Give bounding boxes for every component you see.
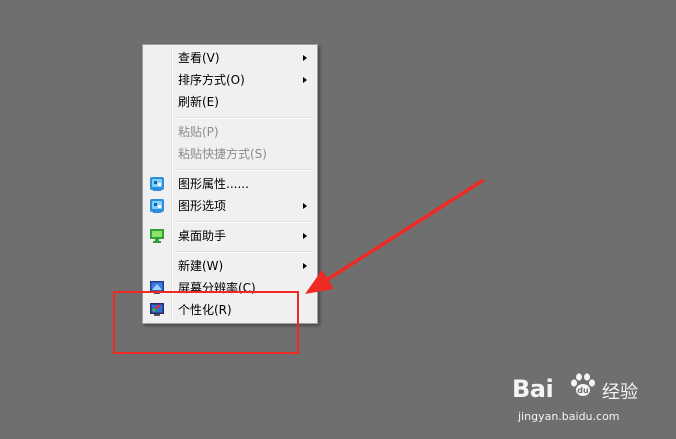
watermark-jingyan-text: 经验	[602, 382, 638, 403]
svg-text:du: du	[577, 386, 589, 395]
baidu-jingyan-watermark: Bai du 经验 jingyan.baidu.com	[512, 367, 662, 431]
watermark-brand-text: Bai	[512, 375, 554, 403]
watermark-url: jingyan.baidu.com	[518, 410, 620, 423]
baidu-paw-icon: du	[571, 373, 595, 396]
